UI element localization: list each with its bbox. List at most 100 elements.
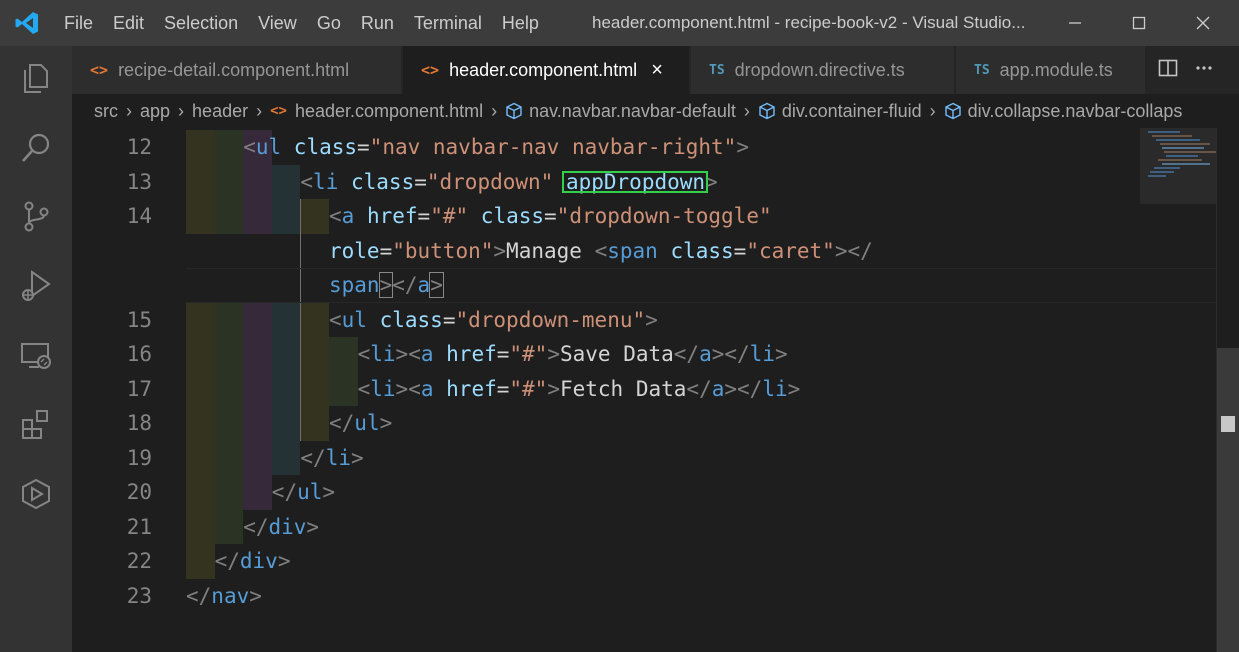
code-line: </div> — [243, 510, 319, 545]
code-token: ul — [297, 480, 323, 504]
code-token: "nav navbar-nav navbar-right" — [369, 135, 737, 159]
menu-item-run[interactable]: Run — [351, 0, 404, 46]
code-token: > — [493, 238, 507, 263]
run-debug-button[interactable] — [0, 256, 72, 316]
code-line: <ul class="nav navbar-nav navbar-right"> — [243, 130, 749, 165]
close-window-button[interactable] — [1180, 0, 1226, 46]
minimize-button[interactable] — [1052, 0, 1098, 46]
code-token: >< — [395, 376, 421, 401]
code-token: = — [544, 204, 557, 228]
line-number: 12 — [126, 135, 152, 159]
element-cube-icon — [506, 102, 522, 120]
code-area[interactable]: <ul class="nav navbar-nav navbar-right">… — [186, 128, 1239, 652]
menu-item-selection[interactable]: Selection — [154, 0, 248, 46]
search-button[interactable] — [0, 118, 72, 178]
code-token: a — [417, 273, 431, 297]
indent-guide — [243, 130, 272, 510]
code-token: a — [711, 376, 725, 401]
line-number: 22 — [126, 549, 152, 573]
chevron-right-icon: › — [178, 100, 185, 121]
active-indent-guide — [300, 199, 302, 441]
tab-header-component[interactable]: <> header.component.html × — [403, 46, 690, 94]
code-token: </ — [392, 273, 418, 297]
code-token: ></ — [724, 376, 763, 401]
code-token: href — [366, 204, 418, 228]
code-token: class — [670, 238, 734, 263]
code-token: < — [357, 376, 371, 401]
breadcrumb-item-src[interactable]: src — [94, 101, 118, 122]
more-actions-button[interactable] — [1186, 58, 1222, 83]
minimap[interactable] — [1140, 128, 1224, 204]
tab-dropdown-directive[interactable]: TS dropdown.directive.ts — [691, 46, 955, 94]
tab-app-module[interactable]: TS app.module.ts — [956, 46, 1146, 94]
line-number: 18 — [126, 411, 152, 435]
code-token: > — [736, 135, 749, 159]
code-line: </li> — [300, 441, 363, 476]
code-token: ul — [255, 135, 282, 159]
code-token: > — [277, 549, 291, 573]
code-token: > — [774, 342, 788, 366]
code-token: > — [322, 480, 336, 504]
menu-item-file[interactable]: File — [54, 0, 103, 46]
code-token: "button" — [392, 238, 494, 263]
code-token: span — [329, 273, 380, 297]
explorer-button[interactable] — [0, 48, 72, 108]
breadcrumb-label: nav.navbar.navbar-default — [529, 100, 736, 121]
breadcrumb-item-file[interactable]: <> header.component.html — [270, 101, 483, 122]
menu-item-view[interactable]: View — [248, 0, 307, 46]
code-token: class — [480, 204, 545, 228]
code-token: nav — [211, 583, 250, 608]
live-share-button[interactable] — [0, 464, 72, 524]
code-token: class — [379, 307, 443, 332]
breadcrumb-item-div-collapse[interactable]: div.collapse.navbar-collaps — [944, 101, 1182, 122]
search-icon — [22, 133, 50, 162]
menu-item-edit[interactable]: Edit — [103, 0, 154, 46]
wrapped-line-background — [186, 233, 329, 268]
code-token: < — [243, 135, 256, 159]
maximize-button[interactable] — [1116, 0, 1162, 46]
menu-item-help[interactable]: Help — [492, 0, 549, 46]
breadcrumb-item-div-container[interactable]: div.container-fluid — [758, 101, 922, 122]
title-bar: File Edit Selection View Go Run Terminal Help h… — [0, 0, 1239, 46]
menu-item-terminal[interactable]: Terminal — [404, 0, 492, 46]
breadcrumb-item-header[interactable]: header — [192, 101, 248, 122]
code-token: = — [379, 238, 393, 263]
code-token: > — [350, 445, 364, 470]
code-token: > — [378, 272, 394, 298]
breadcrumb-label: src — [94, 100, 118, 121]
code-editor[interactable]: 12 13 14 15 16 17 18 19 20 21 22 23 <ul class="nav … — [72, 128, 1239, 652]
code-token: ul — [341, 307, 367, 332]
tab-recipe-detail[interactable]: <> recipe-detail.component.html — [72, 46, 402, 94]
code-token: a — [341, 204, 355, 228]
code-token: a — [699, 342, 712, 366]
split-editor-button[interactable] — [1150, 58, 1186, 83]
code-token: "dropdown" — [426, 169, 554, 194]
window-title: header.component.html - recipe-book-v2 -… — [592, 13, 1026, 32]
menu-item-go[interactable]: Go — [307, 0, 351, 46]
run-debug-icon — [22, 270, 51, 301]
extensions-button[interactable] — [0, 394, 72, 454]
code-line: <ul class="dropdown-menu"> — [329, 303, 658, 338]
code-token: >< — [395, 342, 421, 366]
code-token: = — [414, 169, 427, 194]
code-line: role="button">Manage <span class="caret"… — [329, 234, 873, 269]
source-control-button[interactable] — [0, 186, 72, 246]
code-token: </ — [243, 514, 269, 539]
code-token: = — [357, 135, 370, 159]
code-token: ></ — [711, 342, 750, 366]
code-token: < — [329, 204, 342, 228]
minimap-preview — [1148, 131, 1216, 177]
tab-actions — [1150, 46, 1222, 94]
breadcrumb-item-app[interactable]: app — [140, 101, 170, 122]
breadcrumb-item-nav[interactable]: nav.navbar.navbar-default — [505, 101, 736, 122]
scrollbar-thumb[interactable] — [1217, 348, 1239, 652]
remote-explorer-button[interactable] — [0, 326, 72, 386]
menu-bar: File Edit Selection View Go Run Terminal Help — [54, 0, 549, 46]
vscode-logo-icon — [15, 12, 38, 34]
close-tab-icon[interactable]: × — [651, 59, 663, 82]
code-token: > — [249, 583, 262, 608]
code-token: = — [417, 204, 431, 228]
code-token: ul — [354, 411, 380, 435]
